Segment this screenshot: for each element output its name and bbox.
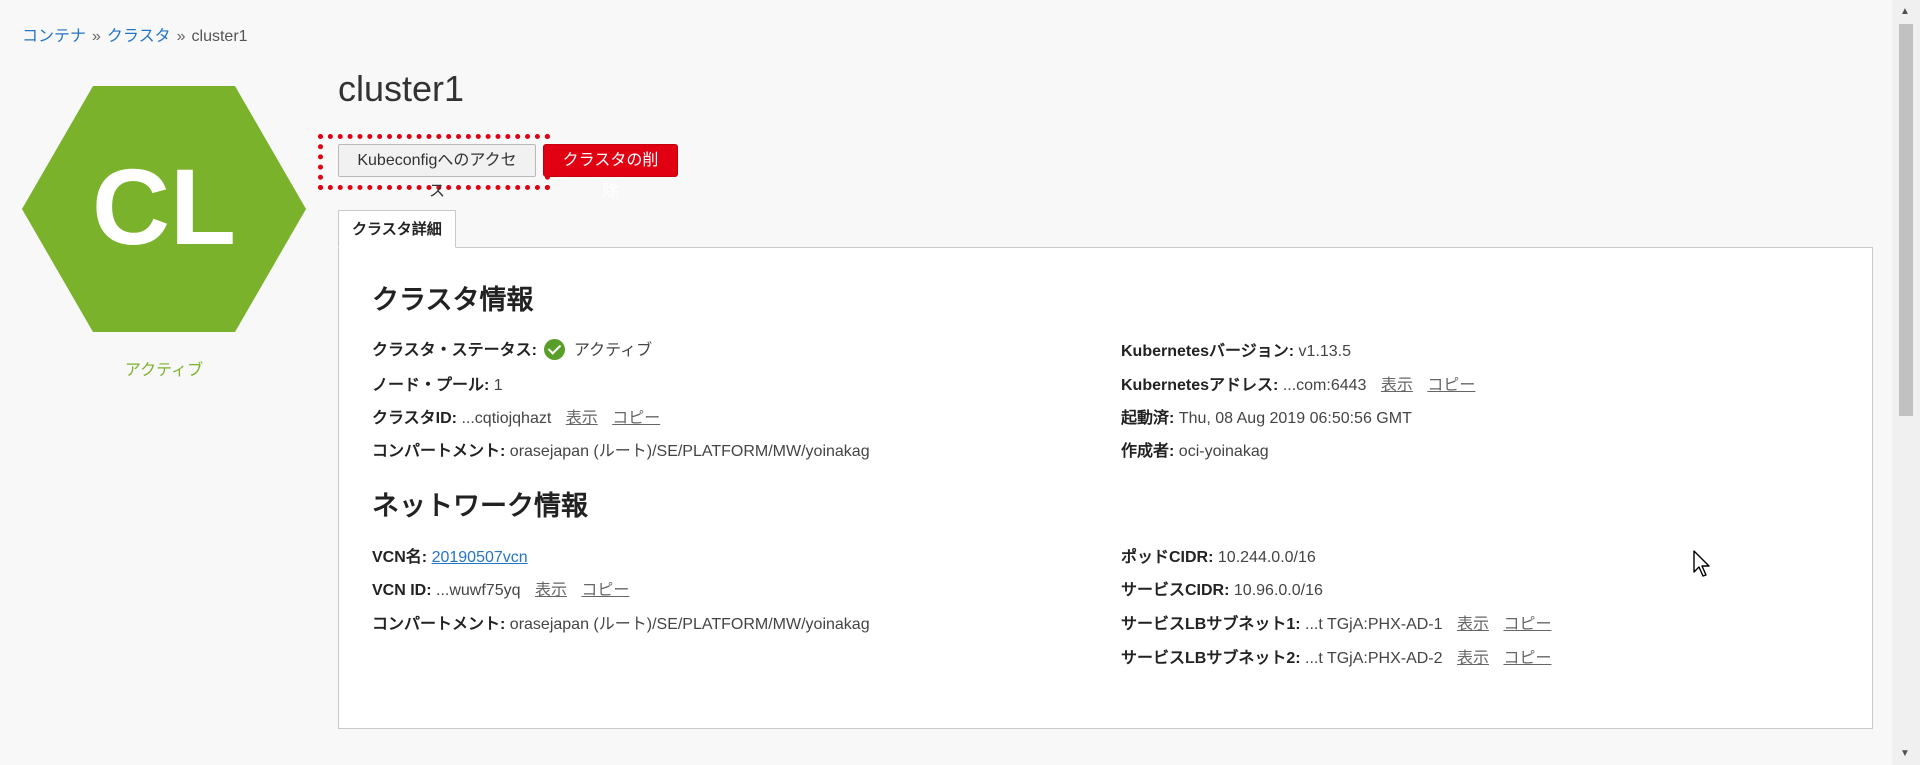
cluster-info-heading: クラスタ情報 <box>372 285 534 315</box>
field-label: サービスCIDR: <box>1121 582 1230 599</box>
field-value: ...wuwf75yq <box>436 582 521 599</box>
breadcrumb-current: cluster1 <box>191 28 248 45</box>
node-pool-field: ノード・プール: 1 <box>372 371 503 395</box>
field-label: サービスLBサブネット2: <box>1121 650 1301 667</box>
breadcrumb-clusters-link[interactable]: クラスタ <box>107 28 171 45</box>
lb-subnet2-field: サービスLBサブネット2: ...t TGjA:PHX-AD-2 表示 コピー <box>1121 644 1551 668</box>
field-label: VCN ID: <box>372 582 432 599</box>
breadcrumb: コンテナ » クラスタ » cluster1 <box>22 22 248 46</box>
service-cidr-field: サービスCIDR: 10.96.0.0/16 <box>1121 576 1323 600</box>
copy-lb-subnet1-link[interactable]: コピー <box>1503 616 1551 633</box>
field-label: ノード・プール: <box>372 377 490 394</box>
show-cluster-id-link[interactable]: 表示 <box>566 410 598 427</box>
field-label: コンパートメント: <box>372 616 506 633</box>
mouse-cursor-icon <box>1693 550 1710 577</box>
field-value: oci-yoinakag <box>1178 443 1269 460</box>
lb-subnet1-field: サービスLBサブネット1: ...t TGjA:PHX-AD-1 表示 コピー <box>1121 610 1551 634</box>
field-value: ...com:6443 <box>1282 377 1367 394</box>
show-vcn-id-link[interactable]: 表示 <box>535 582 567 599</box>
vertical-scrollbar[interactable]: ▲ ▼ <box>1892 0 1920 765</box>
field-value: v1.13.5 <box>1298 343 1351 360</box>
kubernetes-address-field: Kubernetesアドレス: ...com:6443 表示 コピー <box>1121 371 1475 395</box>
field-value: orasejapan (ルート)/SE/PLATFORM/MW/yoinakag <box>509 616 870 633</box>
breadcrumb-containers-link[interactable]: コンテナ <box>22 28 86 45</box>
network-compartment-field: コンパートメント: orasejapan (ルート)/SE/PLATFORM/M… <box>372 610 870 634</box>
started-field: 起動済: Thu, 08 Aug 2019 06:50:56 GMT <box>1121 404 1412 428</box>
field-value: 10.244.0.0/16 <box>1217 549 1316 566</box>
kubernetes-version-field: Kubernetesバージョン: v1.13.5 <box>1121 337 1351 361</box>
field-label: 起動済: <box>1121 410 1175 427</box>
field-label: VCN名: <box>372 549 428 566</box>
show-lb-subnet1-link[interactable]: 表示 <box>1457 616 1489 633</box>
field-value: ...t TGjA:PHX-AD-1 <box>1305 616 1443 633</box>
tab-cluster-details[interactable]: クラスタ詳細 <box>338 210 456 248</box>
vcn-name-field: VCN名: 20190507vcn <box>372 543 528 567</box>
field-value: ...t TGjA:PHX-AD-2 <box>1305 650 1443 667</box>
access-kubeconfig-button[interactable]: Kubeconfigへのアクセス <box>338 144 536 200</box>
scroll-up-arrow-icon[interactable]: ▲ <box>1900 6 1910 17</box>
cluster-details-panel: クラスタ情報 クラスタ・ステータス: アクティブ ノード・プール: 1 クラスタ… <box>338 247 1873 729</box>
cluster-id-field: クラスタID: ...cqtiojqhazt 表示 コピー <box>372 404 660 428</box>
vcn-id-field: VCN ID: ...wuwf75yq 表示 コピー <box>372 576 629 600</box>
field-label: クラスタ・ステータス: <box>372 342 538 359</box>
show-kubernetes-address-link[interactable]: 表示 <box>1381 377 1413 394</box>
field-label: コンパートメント: <box>372 443 506 460</box>
compartment-field: コンパートメント: orasejapan (ルート)/SE/PLATFORM/M… <box>372 437 870 461</box>
creator-field: 作成者: oci-yoinakag <box>1121 437 1269 461</box>
show-lb-subnet2-link[interactable]: 表示 <box>1457 650 1489 667</box>
cluster-status-field: クラスタ・ステータス: アクティブ <box>372 336 652 360</box>
check-circle-icon <box>544 339 566 360</box>
field-label: 作成者: <box>1121 443 1175 460</box>
copy-cluster-id-link[interactable]: コピー <box>612 410 660 427</box>
vcn-name-link[interactable]: 20190507vcn <box>432 549 528 566</box>
hexagon-status-label: アクティブ <box>124 362 204 379</box>
copy-lb-subnet2-link[interactable]: コピー <box>1503 650 1551 667</box>
field-label: ポッドCIDR: <box>1121 549 1214 566</box>
copy-kubernetes-address-link[interactable]: コピー <box>1427 377 1475 394</box>
breadcrumb-separator: » <box>92 28 101 45</box>
breadcrumb-separator: » <box>176 28 186 45</box>
cluster-hexagon-icon: CL <box>22 86 306 332</box>
field-label: Kubernetesバージョン: <box>1121 343 1295 360</box>
field-value: Thu, 08 Aug 2019 06:50:56 GMT <box>1178 410 1412 427</box>
field-label: Kubernetesアドレス: <box>1121 377 1279 394</box>
copy-vcn-id-link[interactable]: コピー <box>581 582 629 599</box>
field-value: 1 <box>493 377 503 394</box>
page-title: cluster1 <box>338 68 465 109</box>
field-value: アクティブ <box>573 342 653 359</box>
pod-cidr-field: ポッドCIDR: 10.244.0.0/16 <box>1121 543 1316 567</box>
scrollbar-thumb[interactable] <box>1899 24 1913 416</box>
field-value: 10.96.0.0/16 <box>1233 582 1323 599</box>
field-label: クラスタID: <box>372 410 458 427</box>
delete-cluster-button[interactable]: クラスタの削除 <box>543 144 678 200</box>
field-value: orasejapan (ルート)/SE/PLATFORM/MW/yoinakag <box>509 443 870 460</box>
hexagon-initials: CL <box>92 146 236 267</box>
field-value: ...cqtiojqhazt <box>461 410 552 427</box>
field-label: サービスLBサブネット1: <box>1121 616 1301 633</box>
scroll-down-arrow-icon[interactable]: ▼ <box>1900 748 1910 759</box>
network-info-heading: ネットワーク情報 <box>372 491 588 521</box>
